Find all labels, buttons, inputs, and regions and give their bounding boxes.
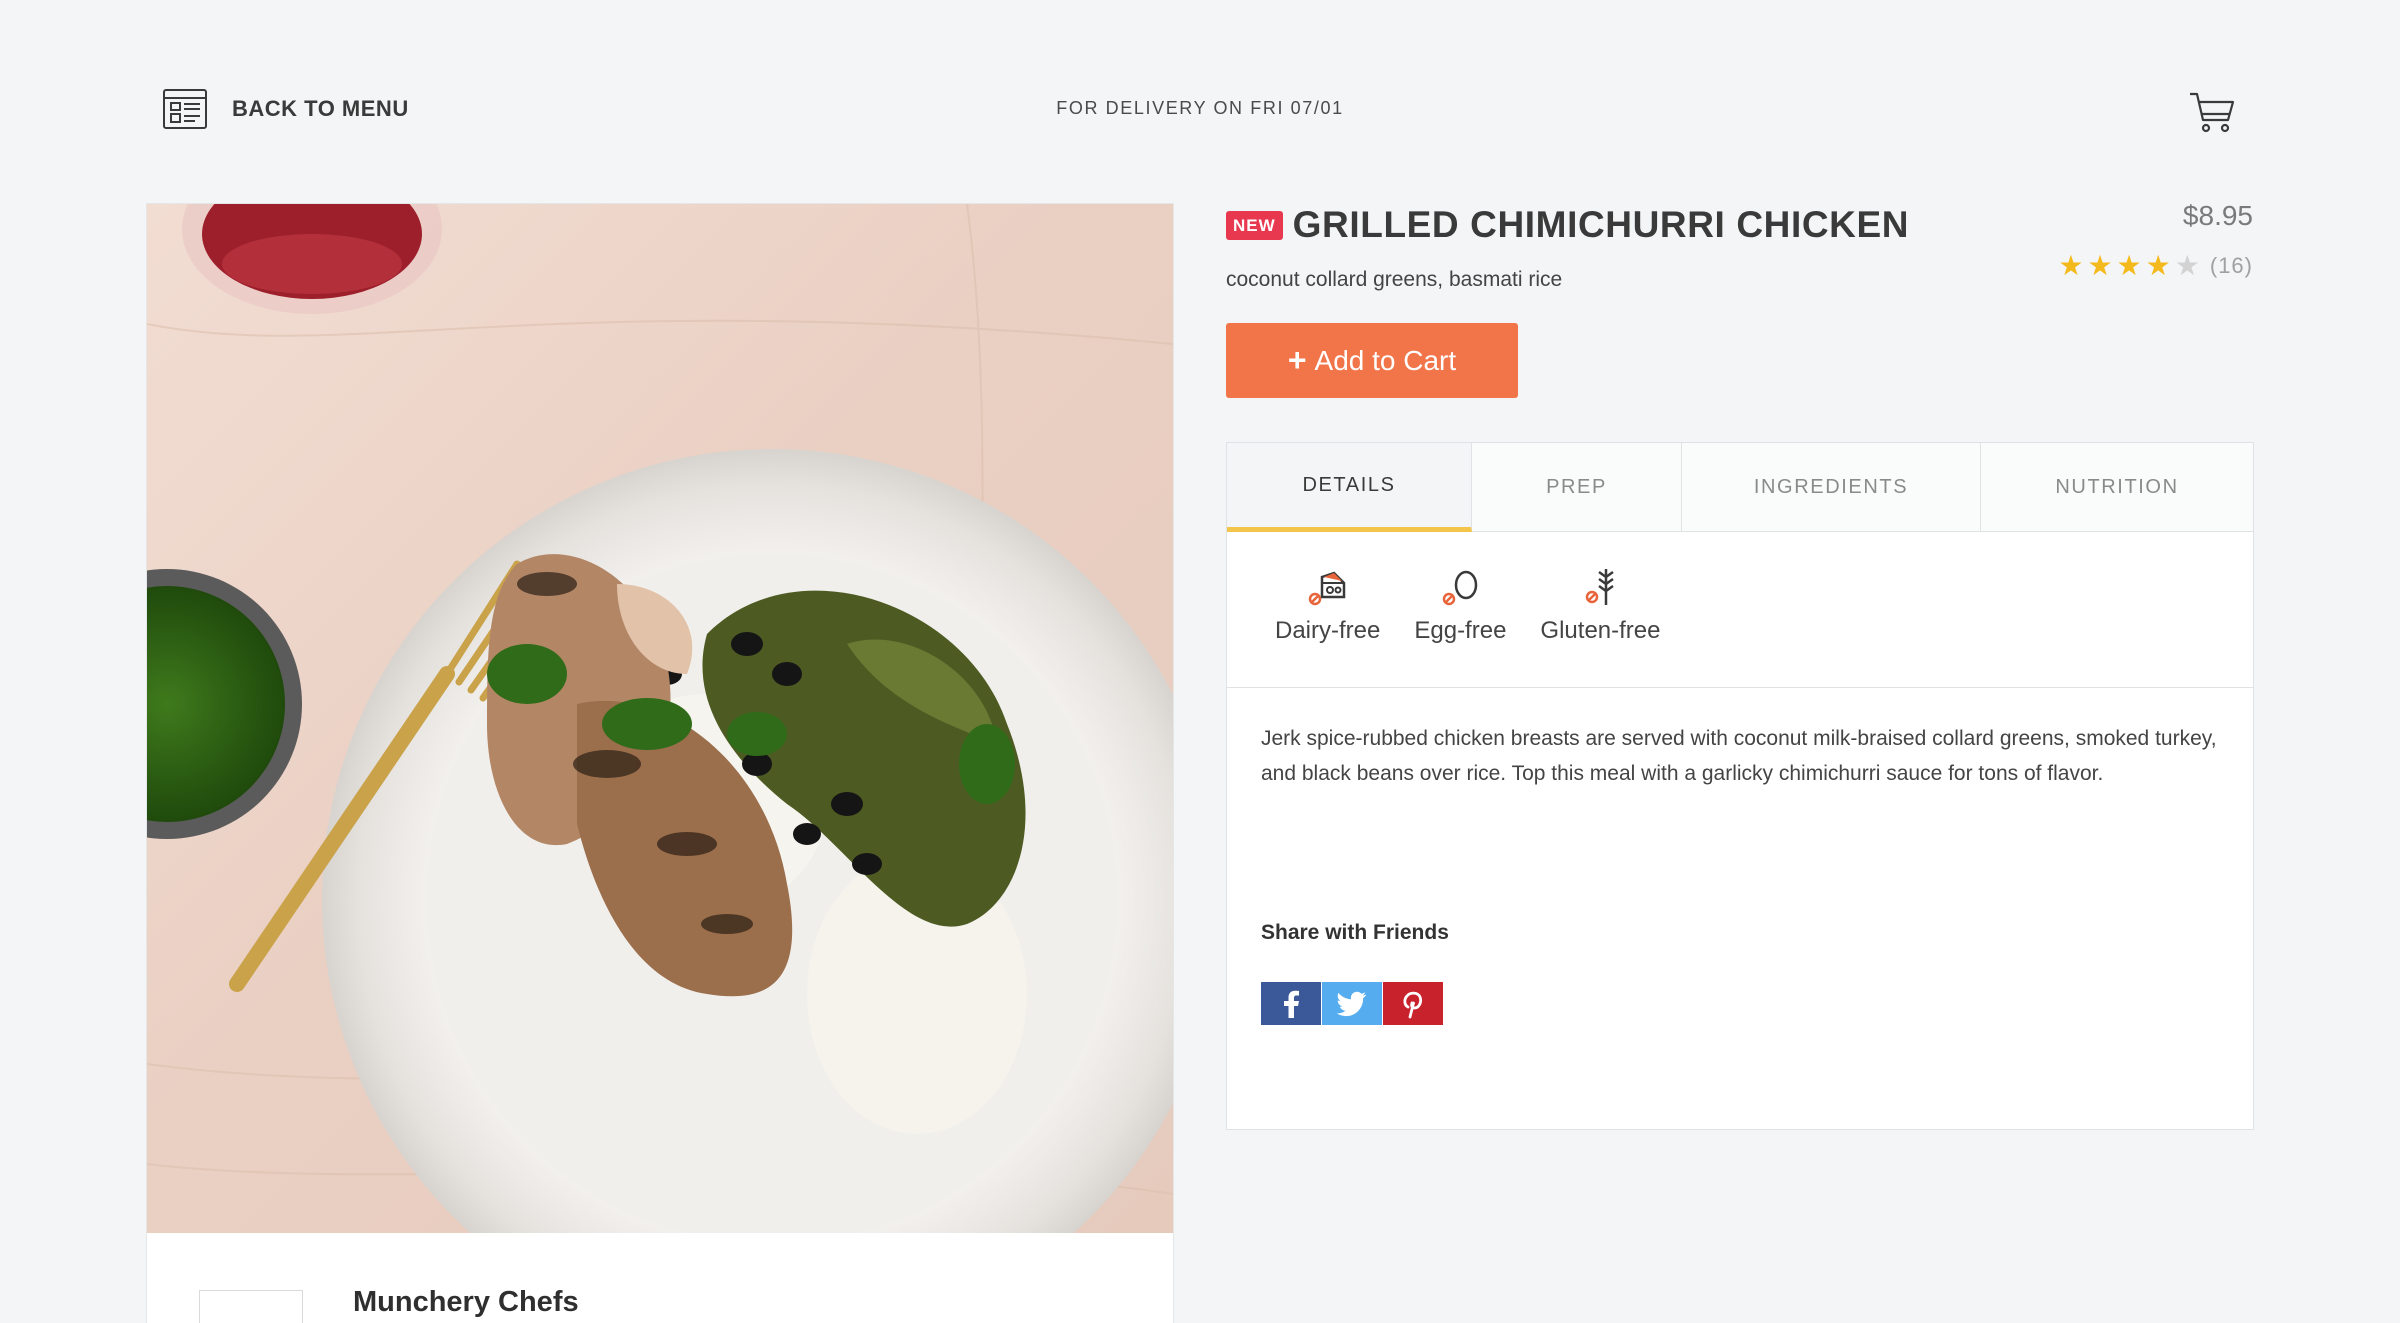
product-title-row: NEW GRILLED CHIMICHURRI CHICKEN	[1226, 204, 1909, 246]
star-icon: ★	[2087, 250, 2113, 281]
section-divider	[1227, 687, 2253, 688]
star-icon: ★	[2058, 250, 2084, 281]
meal-description: Jerk spice-rubbed chicken breasts are se…	[1261, 727, 2217, 785]
diet-egg-free: Egg-free	[1414, 563, 1506, 645]
add-to-cart-label: Add to Cart	[1314, 344, 1457, 376]
review-count[interactable]: (16)	[2210, 253, 2253, 279]
plus-icon: +	[1287, 342, 1307, 378]
cart-icon[interactable]	[2188, 88, 2236, 136]
product-title: GRILLED CHIMICHURRI CHICKEN	[1292, 204, 1910, 245]
dietary-tags: Dairy-free Egg-free Gluten-free	[1275, 563, 1660, 645]
new-badge: NEW	[1226, 210, 1283, 240]
gluten-free-icon	[1586, 569, 1615, 605]
details-panel: DETAILS PREP INGREDIENTS NUTRITION Dairy…	[1226, 442, 2254, 1130]
meal-photo-card: Munchery Chefs	[146, 203, 1174, 1323]
delivery-date: FOR DELIVERY ON FRI 07/01	[0, 98, 2400, 119]
chef-logo	[199, 1290, 303, 1323]
star-rating[interactable]: ★ ★ ★ ★ ★ (16)	[2058, 252, 2253, 280]
tab-ingredients[interactable]: INGREDIENTS	[1682, 443, 1981, 531]
pinterest-icon	[1403, 991, 1423, 1018]
meal-photo	[147, 204, 1173, 1233]
diet-label: Dairy-free	[1275, 617, 1381, 644]
diet-gluten-free: Gluten-free	[1540, 563, 1660, 645]
tab-prep[interactable]: PREP	[1472, 443, 1682, 531]
tab-bar: DETAILS PREP INGREDIENTS NUTRITION	[1227, 443, 2253, 532]
star-icon: ★	[2145, 250, 2171, 281]
star-icon: ★	[2116, 250, 2142, 281]
share-title: Share with Friends	[1261, 921, 1449, 944]
facebook-icon	[1284, 990, 1299, 1018]
egg-free-icon	[1443, 570, 1478, 606]
pinterest-share-button[interactable]	[1383, 982, 1443, 1025]
dairy-free-icon	[1308, 571, 1345, 606]
product-subtitle: coconut collard greens, basmati rice	[1226, 268, 1563, 291]
diet-label: Gluten-free	[1540, 617, 1661, 644]
product-price: $8.95	[2182, 200, 2253, 231]
diet-label: Egg-free	[1414, 617, 1507, 644]
chef-row: Munchery Chefs	[199, 1286, 1159, 1323]
star-empty-icon: ★	[2174, 250, 2200, 281]
twitter-share-button[interactable]	[1322, 982, 1382, 1025]
facebook-share-button[interactable]	[1261, 982, 1321, 1025]
delivery-text: FOR DELIVERY ON FRI 07/01	[1056, 98, 1344, 118]
twitter-icon	[1337, 991, 1366, 1016]
chef-name: Munchery Chefs	[353, 1286, 579, 1318]
tab-details[interactable]: DETAILS	[1227, 443, 1472, 532]
add-to-cart-button[interactable]: + Add to Cart	[1226, 323, 1518, 398]
tab-nutrition[interactable]: NUTRITION	[1981, 443, 2253, 531]
meal-photo-illustration	[147, 204, 1173, 1233]
share-buttons	[1261, 982, 1443, 1025]
diet-dairy-free: Dairy-free	[1275, 563, 1380, 645]
